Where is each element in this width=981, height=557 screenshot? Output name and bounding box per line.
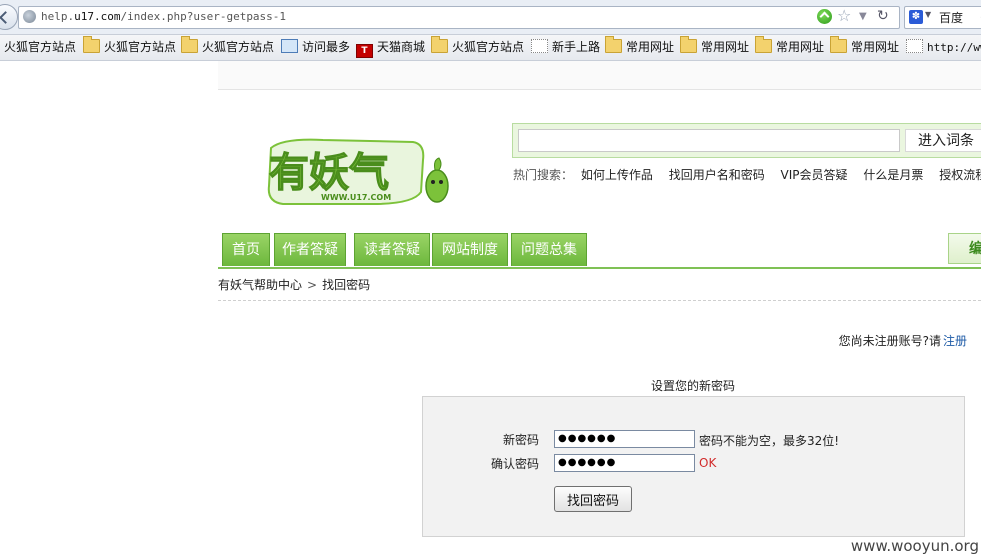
tab-site-rules[interactable]: 网站制度	[432, 233, 508, 266]
bookmark-item[interactable]: 火狐官方站点	[83, 36, 176, 55]
bookmark-item[interactable]: 火狐官方站点	[4, 39, 76, 55]
browser-search-box[interactable]: ✽ ▼ 百度 《C	[904, 6, 981, 29]
main-nav: 首页 作者答疑 读者答疑 网站制度 问题总集 编	[218, 232, 981, 269]
bookmark-item[interactable]: T 天猫商城	[356, 39, 425, 58]
breadcrumb: 有妖气帮助中心 > 找回密码	[218, 276, 370, 293]
hot-search-link[interactable]: 如何上传作品	[581, 168, 653, 182]
register-prompt-text: 您尚未注册账号?请	[838, 334, 941, 348]
recover-password-button[interactable]: 找回密码	[554, 486, 632, 512]
mascot-icon	[425, 157, 449, 203]
confirm-password-label: 确认密码	[490, 457, 539, 471]
breadcrumb-separator: >	[307, 278, 318, 292]
blank-page-icon	[531, 39, 548, 53]
edit-tab[interactable]: 编	[948, 233, 981, 264]
site-globe-icon	[23, 10, 36, 23]
bookmark-item[interactable]: 常用网址	[680, 36, 749, 55]
bookmark-item[interactable]: 火狐官方站点	[431, 36, 524, 55]
site-logo[interactable]: 有妖气 WWW.U17.COM	[263, 130, 453, 210]
reset-password-form: 新密码 ●●●●●● 密码不能为空，最多32位! 确认密码 ●●●●●● OK …	[422, 396, 965, 537]
register-link[interactable]: 注册	[943, 334, 967, 348]
new-password-input[interactable]: ●●●●●●	[554, 430, 695, 448]
baidu-paw-icon[interactable]: ✽	[909, 10, 923, 24]
engine-dropdown-icon[interactable]: ▼	[925, 10, 931, 19]
breadcrumb-current: 找回密码	[322, 278, 371, 292]
logo-brand-text: 有妖气	[269, 150, 389, 196]
form-title: 设置您的新密码	[651, 379, 736, 393]
tab-question-collection[interactable]: 问题总集	[511, 233, 587, 266]
folder-icon	[605, 36, 622, 53]
bookmark-item[interactable]: 访问最多	[281, 39, 350, 55]
tab-reader-faq[interactable]: 读者答疑	[354, 233, 430, 266]
bookmarks-bar: 火狐官方站点 火狐官方站点 火狐官方站点 访问最多 T 天猫商城 火狐官方站点 新…	[0, 35, 981, 61]
search-engine-extra: 《C	[975, 9, 981, 25]
breadcrumb-home[interactable]: 有妖气帮助中心	[218, 278, 302, 292]
divider	[218, 300, 981, 301]
tab-home[interactable]: 首页	[222, 233, 270, 266]
hot-search-link[interactable]: 什么是月票	[863, 168, 923, 182]
folder-icon	[830, 36, 847, 53]
hot-search-link[interactable]: 授权流程	[939, 168, 981, 182]
bookmark-item[interactable]: 常用网址	[755, 36, 824, 55]
top-strip	[218, 61, 981, 90]
magnifier-icon	[281, 39, 298, 53]
folder-icon	[181, 36, 198, 53]
confirm-status: OK	[699, 456, 717, 470]
search-engine-name: 百度	[939, 11, 964, 25]
folder-icon	[431, 36, 448, 53]
register-prompt: 您尚未注册账号?请 注册	[839, 332, 967, 349]
new-password-label: 新密码	[502, 433, 539, 447]
blank-page-icon	[906, 39, 923, 53]
hot-search-link[interactable]: 找回用户名和密码	[669, 168, 765, 182]
go-arrow-icon[interactable]	[817, 9, 832, 24]
history-dropdown-icon[interactable]: ▼	[859, 8, 867, 26]
back-button[interactable]	[0, 4, 18, 30]
bookmark-item[interactable]: 火狐官方站点	[181, 36, 274, 55]
help-search-panel: 进入词条	[512, 123, 981, 158]
tab-author-faq[interactable]: 作者答疑	[274, 233, 346, 266]
bookmark-item[interactable]: 新手上路	[531, 39, 600, 55]
bookmark-star-icon[interactable]: ☆	[837, 7, 851, 25]
folder-icon	[83, 36, 100, 53]
bookmark-item[interactable]: 常用网址	[830, 36, 899, 55]
tmall-icon: T	[356, 44, 373, 58]
watermark: www.wooyun.org	[850, 537, 979, 555]
address-text[interactable]: help.u17.com/index.php?user-getpass-1	[41, 10, 286, 23]
hot-search-label: 热门搜索：	[513, 168, 574, 182]
hot-search-link[interactable]: VIP会员答疑	[781, 168, 848, 182]
logo-domain-text: WWW.U17.COM	[321, 193, 391, 202]
browser-toolbar: help.u17.com/index.php?user-getpass-1 ☆ …	[0, 0, 981, 35]
address-bar[interactable]: help.u17.com/index.php?user-getpass-1 ☆ …	[18, 6, 900, 29]
reload-icon[interactable]: ↻	[877, 7, 889, 26]
bookmark-item[interactable]: http://www	[906, 39, 981, 55]
enter-entry-button[interactable]: 进入词条	[905, 129, 981, 152]
confirm-password-input[interactable]: ●●●●●●	[554, 454, 695, 472]
help-search-input[interactable]	[518, 129, 900, 152]
folder-icon	[680, 36, 697, 53]
folder-icon	[755, 36, 772, 53]
hot-search: 热门搜索： 如何上传作品 找回用户名和密码 VIP会员答疑 什么是月票 授权流程	[513, 166, 981, 183]
new-password-hint: 密码不能为空，最多32位!	[699, 434, 840, 448]
bookmark-item[interactable]: 常用网址	[605, 36, 674, 55]
